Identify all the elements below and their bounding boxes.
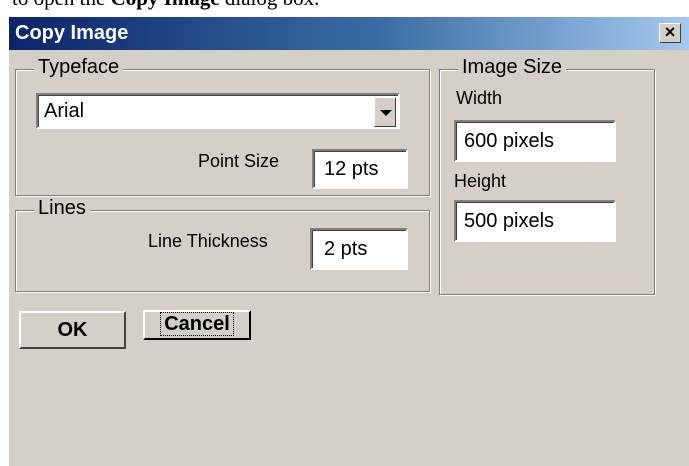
line-thickness-field[interactable]: 2 pts — [310, 228, 408, 270]
ok-button-label: OK — [57, 319, 88, 341]
close-icon: × — [664, 22, 676, 42]
image-size-legend: Image Size — [458, 56, 567, 79]
width-value: 600 pixels — [464, 130, 555, 152]
typeface-value: Arial — [44, 100, 85, 122]
chevron-down-icon[interactable] — [374, 97, 396, 127]
copy-image-dialog: Copy Image × Typeface Arial Point Size 1… — [8, 16, 689, 466]
height-value: 500 pixels — [464, 210, 555, 232]
ok-button[interactable]: OK — [19, 311, 126, 349]
height-label: Height — [454, 171, 507, 191]
line-thickness-label: Line Thickness — [148, 231, 268, 251]
caption-suffix: dialog box. — [220, 0, 320, 10]
point-size-value: 12 pts — [324, 158, 379, 180]
caption-bold: Copy Image — [111, 0, 220, 10]
page-caption: to open the Copy Image dialog box. — [12, 0, 320, 10]
close-button[interactable]: × — [659, 23, 681, 43]
point-size-label: Point Size — [198, 151, 280, 171]
width-field[interactable]: 600 pixels — [454, 120, 616, 162]
typeface-select[interactable]: Arial — [36, 93, 400, 129]
typeface-legend: Typeface — [34, 56, 124, 79]
dialog-title: Copy Image — [15, 22, 129, 44]
cancel-button-label: Cancel — [160, 312, 234, 336]
width-label: Width — [456, 88, 503, 108]
image-size-group: Image Size Width 600 pixels Height 500 p… — [439, 56, 655, 295]
height-field[interactable]: 500 pixels — [454, 200, 616, 242]
point-size-field[interactable]: 12 pts — [312, 149, 408, 189]
cancel-button[interactable]: Cancel — [143, 310, 251, 340]
line-thickness-value: 2 pts — [324, 238, 368, 260]
caption-prefix: to open the — [12, 0, 111, 10]
lines-legend: Lines — [34, 197, 90, 220]
typeface-group: Typeface Arial Point Size 12 pts — [15, 56, 430, 196]
title-bar[interactable]: Copy Image × — [9, 17, 689, 50]
lines-group: Lines Line Thickness 2 pts — [15, 197, 430, 292]
